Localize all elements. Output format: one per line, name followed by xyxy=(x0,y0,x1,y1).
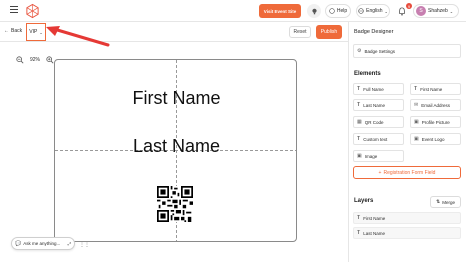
layer-label: First Name xyxy=(363,215,386,221)
badge-type-label: VIP xyxy=(29,29,38,35)
element-label: First Name xyxy=(420,86,443,92)
arrow-left-icon: ← xyxy=(4,28,9,34)
element-email-address[interactable]: ✉ Email Address xyxy=(410,99,461,111)
element-custom-text[interactable]: 𝐓 Custom text xyxy=(353,133,404,145)
chevron-down-icon: ⌄ xyxy=(449,8,454,14)
element-first-name[interactable]: 𝐓 First Name xyxy=(410,83,461,95)
qr-code[interactable] xyxy=(157,186,193,222)
top-navbar: Visit Event Site Help English ⌄ 9 S Shah… xyxy=(0,0,466,22)
drag-handle-icon[interactable]: ⋮⋮ xyxy=(79,241,90,248)
element-full-name[interactable]: 𝐓 Full Name xyxy=(353,83,404,95)
qr-icon: ▦ xyxy=(357,119,362,125)
user-name: Shahzeb xyxy=(428,8,448,14)
element-profile-picture[interactable]: ▣ Profile Picture xyxy=(410,116,461,128)
element-label: QR Code xyxy=(364,119,384,125)
expand-icon: ⤢ xyxy=(67,241,71,246)
element-event-logo[interactable]: ▣ Event Logo xyxy=(410,133,461,145)
zoom-controls: 92% xyxy=(15,54,55,66)
element-last-name[interactable]: 𝐓 Last Name xyxy=(353,99,404,111)
last-name-field[interactable]: Last Name xyxy=(55,136,296,157)
element-image[interactable]: ▣ Image xyxy=(353,150,404,162)
layer-label: Last Name xyxy=(363,230,385,236)
text-icon: 𝐓 xyxy=(357,215,361,221)
merge-label: Merge xyxy=(442,199,455,205)
first-name-field[interactable]: First Name xyxy=(55,88,296,109)
image-icon: ▣ xyxy=(414,136,419,142)
element-label: Profile Picture xyxy=(421,119,450,125)
visit-event-site-button[interactable]: Visit Event Site xyxy=(259,4,301,18)
user-menu[interactable]: S Shahzeb ⌄ xyxy=(413,4,459,18)
language-selector[interactable]: English ⌄ xyxy=(356,4,390,18)
notification-badge: 9 xyxy=(406,3,412,9)
image-icon: ▣ xyxy=(357,153,362,159)
back-label: Back xyxy=(11,28,23,34)
merge-button[interactable]: ⇅ Merge xyxy=(430,196,461,208)
lightbulb-icon[interactable] xyxy=(307,4,321,18)
settings-icon: ⚙ xyxy=(357,48,362,54)
assistant-label: Ask me anything... xyxy=(23,241,61,246)
layer-item-last-name[interactable]: 𝐓 Last Name xyxy=(353,227,461,239)
element-label: Last Name xyxy=(363,102,385,108)
reset-button[interactable]: Reset xyxy=(289,26,311,38)
element-qr-code[interactable]: ▦ QR Code xyxy=(353,116,404,128)
layer-item-first-name[interactable]: 𝐓 First Name xyxy=(353,212,461,224)
logo-icon[interactable] xyxy=(25,3,40,19)
badge-settings-button[interactable]: ⚙ Badge Settings xyxy=(353,44,461,58)
globe-icon xyxy=(358,8,364,14)
element-label: Custom text xyxy=(363,136,388,142)
element-label: Email Address xyxy=(421,102,450,108)
plus-icon: + xyxy=(378,169,382,176)
avatar: S xyxy=(416,6,426,16)
registration-form-field-button[interactable]: + Registration Form Field xyxy=(353,166,461,179)
panel-title: Badge Designer xyxy=(354,29,394,35)
elements-heading: Elements xyxy=(354,71,381,77)
layers-heading: Layers xyxy=(354,198,374,204)
back-button[interactable]: ← Back xyxy=(4,28,22,34)
element-label: Event Logo xyxy=(421,136,445,142)
image-icon: ▣ xyxy=(414,119,419,125)
badge-settings-label: Badge Settings xyxy=(364,48,396,54)
annotation-arrow-icon xyxy=(46,26,110,47)
mail-icon: ✉ xyxy=(414,102,419,108)
text-icon: 𝐓 xyxy=(414,86,418,92)
text-icon: 𝐓 xyxy=(357,230,361,236)
chat-icon: 💬 xyxy=(15,240,22,247)
badge-canvas[interactable]: First Name Last Name xyxy=(54,59,297,242)
element-label: Full Name xyxy=(363,86,384,92)
chevron-down-icon: ⌄ xyxy=(384,8,388,14)
assistant-chat-button[interactable]: 💬 Ask me anything... ⤢ xyxy=(11,237,75,250)
publish-button[interactable]: Publish xyxy=(316,25,342,39)
merge-icon: ⇅ xyxy=(436,199,441,205)
text-icon: 𝐓 xyxy=(357,102,361,108)
help-button[interactable]: Help xyxy=(325,4,351,18)
language-label: English xyxy=(366,8,383,14)
badge-type-selector[interactable]: VIP ⌄ xyxy=(26,23,46,41)
registration-label: Registration Form Field xyxy=(383,169,436,176)
zoom-level: 92% xyxy=(30,57,41,63)
text-icon: 𝐓 xyxy=(357,86,361,92)
help-icon xyxy=(329,8,335,14)
chevron-down-icon: ⌄ xyxy=(39,29,43,35)
text-icon: 𝐓 xyxy=(357,136,361,142)
zoom-out-icon[interactable] xyxy=(15,55,25,65)
element-label: Image xyxy=(364,153,378,159)
help-label: Help xyxy=(336,8,348,14)
menu-icon[interactable] xyxy=(10,6,18,14)
